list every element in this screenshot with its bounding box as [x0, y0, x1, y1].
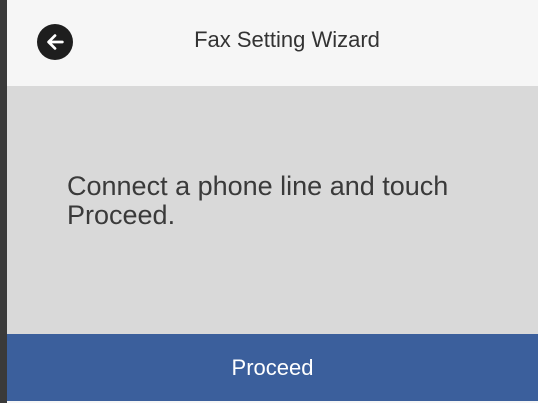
- screen-edge: [0, 0, 7, 403]
- back-button[interactable]: [37, 24, 73, 60]
- fax-wizard-screen: Fax Setting Wizard Connect a phone line …: [0, 0, 538, 403]
- proceed-button[interactable]: Proceed: [7, 334, 538, 401]
- page-title: Fax Setting Wizard: [194, 27, 380, 52]
- instruction-message: Connect a phone line and touch Proceed.: [67, 171, 449, 230]
- content-area: Connect a phone line and touch Proceed.: [7, 86, 538, 334]
- arrow-left-icon: [47, 34, 64, 50]
- header-bar: Fax Setting Wizard: [7, 0, 538, 86]
- proceed-button-label: Proceed: [231, 354, 314, 380]
